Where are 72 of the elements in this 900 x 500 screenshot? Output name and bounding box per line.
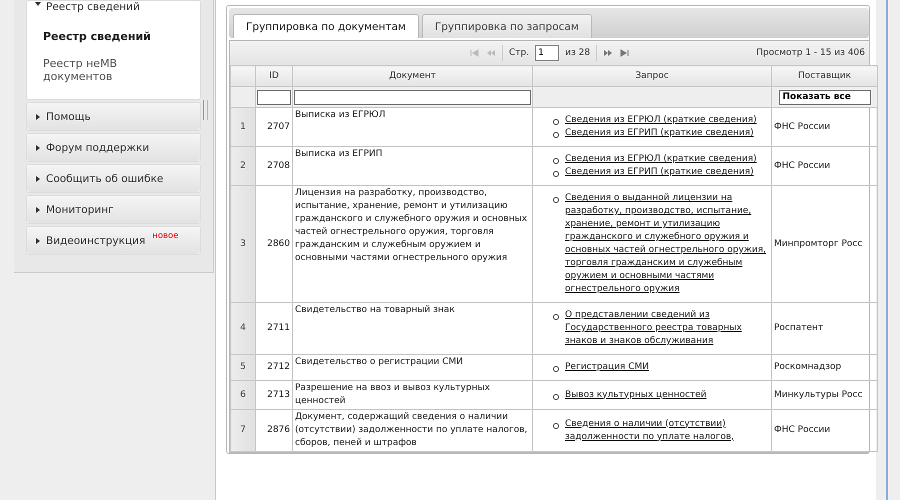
accordion-header[interactable]: Сообщить об ошибке [27, 165, 200, 192]
id-cell: 2876 [256, 410, 292, 452]
accordion-header[interactable]: Видеоинструкция $^{новое}$ [27, 227, 200, 254]
bullet-icon [553, 366, 559, 372]
id-cell: 2707 [256, 108, 292, 146]
supplier-cell: Минкультуры Росс [772, 380, 878, 410]
caret-right-icon [35, 176, 41, 182]
supplier-cell: Роскомнадзор [772, 354, 878, 380]
document-cell: Выписка из ЕГРЮЛ [292, 108, 532, 146]
request-link[interactable]: Сведения из ЕГРЮЛ (краткие сведения) [565, 153, 757, 166]
document-cell: Свидетельство о регистрации СМИ [292, 354, 532, 380]
caret-right-icon [35, 238, 41, 244]
document-cell: Выписка из ЕГРИП [292, 146, 532, 186]
menu-link[interactable]: Реестр сведений [43, 30, 186, 43]
caret-down-icon [35, 1, 41, 7]
page-input[interactable]: 1 [535, 45, 560, 61]
bullet-icon [553, 132, 559, 138]
request-link[interactable]: Сведения из ЕГРЮЛ (краткие сведения) [565, 114, 757, 127]
document-cell: Разрешение на ввоз и вывоз культурных ценностей [292, 380, 532, 410]
column-header[interactable]: Поставщик [772, 66, 878, 86]
accordion-header[interactable]: Мониторинг [27, 196, 200, 223]
supplier-cell: ФНС России [772, 410, 878, 452]
bullet-icon [553, 422, 559, 428]
row-number: 3 [230, 186, 256, 302]
records-summary: Просмотр 1 - 15 из 406 [756, 48, 865, 58]
caret-right-icon [35, 144, 41, 150]
document-cell: Свидетельство на товарный знак [292, 302, 532, 354]
page-count: из 28 [565, 48, 590, 58]
bullet-icon [553, 314, 559, 320]
id-cell: 2708 [256, 146, 292, 186]
next-page-icon[interactable] [603, 49, 614, 57]
document-filter-field[interactable] [294, 90, 531, 104]
document-cell: Документ, содержащий сведения о наличии (отсутствии) задолженности по уплате налогов, сборов, пеней и штрафов [292, 410, 532, 452]
menu-link[interactable]: Реестр неМВ документов [43, 57, 163, 83]
row-number: 2 [230, 146, 256, 186]
last-page-icon[interactable] [619, 49, 630, 57]
row-number: 5 [230, 354, 256, 380]
request-link[interactable]: Регистрация СМИ [565, 361, 649, 374]
row-number: 4 [230, 302, 256, 354]
caret-right-icon [35, 206, 41, 212]
id-filter-field[interactable] [257, 90, 291, 104]
supplier-cell: Минпромторг Росс [772, 186, 878, 302]
accordion-header[interactable]: Форум поддержки [27, 134, 200, 161]
bullet-icon [553, 171, 559, 177]
request-link[interactable]: Сведения из ЕГРИП (краткие сведения) [565, 166, 754, 179]
new-label: новое [152, 231, 178, 241]
tab[interactable]: Группировка по документам [233, 14, 419, 38]
column-header[interactable]: ID [256, 66, 292, 86]
row-number: 6 [230, 380, 256, 410]
document-cell: Лицензия на разработку, производство, испытание, хранение, ремонт и утилизацию гражданского и служебного оружия и основных частей огнестрельного оружия, торговля гражданским и служебным оружием и основными частями огнестрельного оружия [292, 186, 532, 302]
tab[interactable]: Группировка по запросам [422, 14, 592, 38]
bullet-icon [553, 394, 559, 400]
caret-right-icon [35, 114, 41, 120]
bullet-icon [553, 119, 559, 125]
id-cell: 2713 [256, 380, 292, 410]
id-cell: 2711 [256, 302, 292, 354]
request-link[interactable]: Сведения из ЕГРИП (краткие сведения) [565, 127, 754, 140]
bullet-icon [553, 197, 559, 203]
splitter-handle[interactable] [203, 100, 208, 120]
column-header[interactable]: Документ [292, 66, 532, 86]
column-header[interactable]: Запрос [532, 66, 772, 86]
bullet-icon [553, 158, 559, 164]
id-cell: 2712 [256, 354, 292, 380]
supplier-filter-dropdown[interactable]: Показать все [778, 90, 870, 104]
accordion-header[interactable]: Помощь [27, 103, 200, 130]
supplier-cell: Роспатент [772, 302, 878, 354]
row-number: 7 [230, 410, 256, 452]
row-number: 1 [230, 108, 256, 146]
supplier-cell: ФНС России [772, 146, 878, 186]
id-cell: 2860 [256, 186, 292, 302]
page-label: Стр. [509, 48, 530, 58]
supplier-cell: ФНС России [772, 108, 878, 146]
